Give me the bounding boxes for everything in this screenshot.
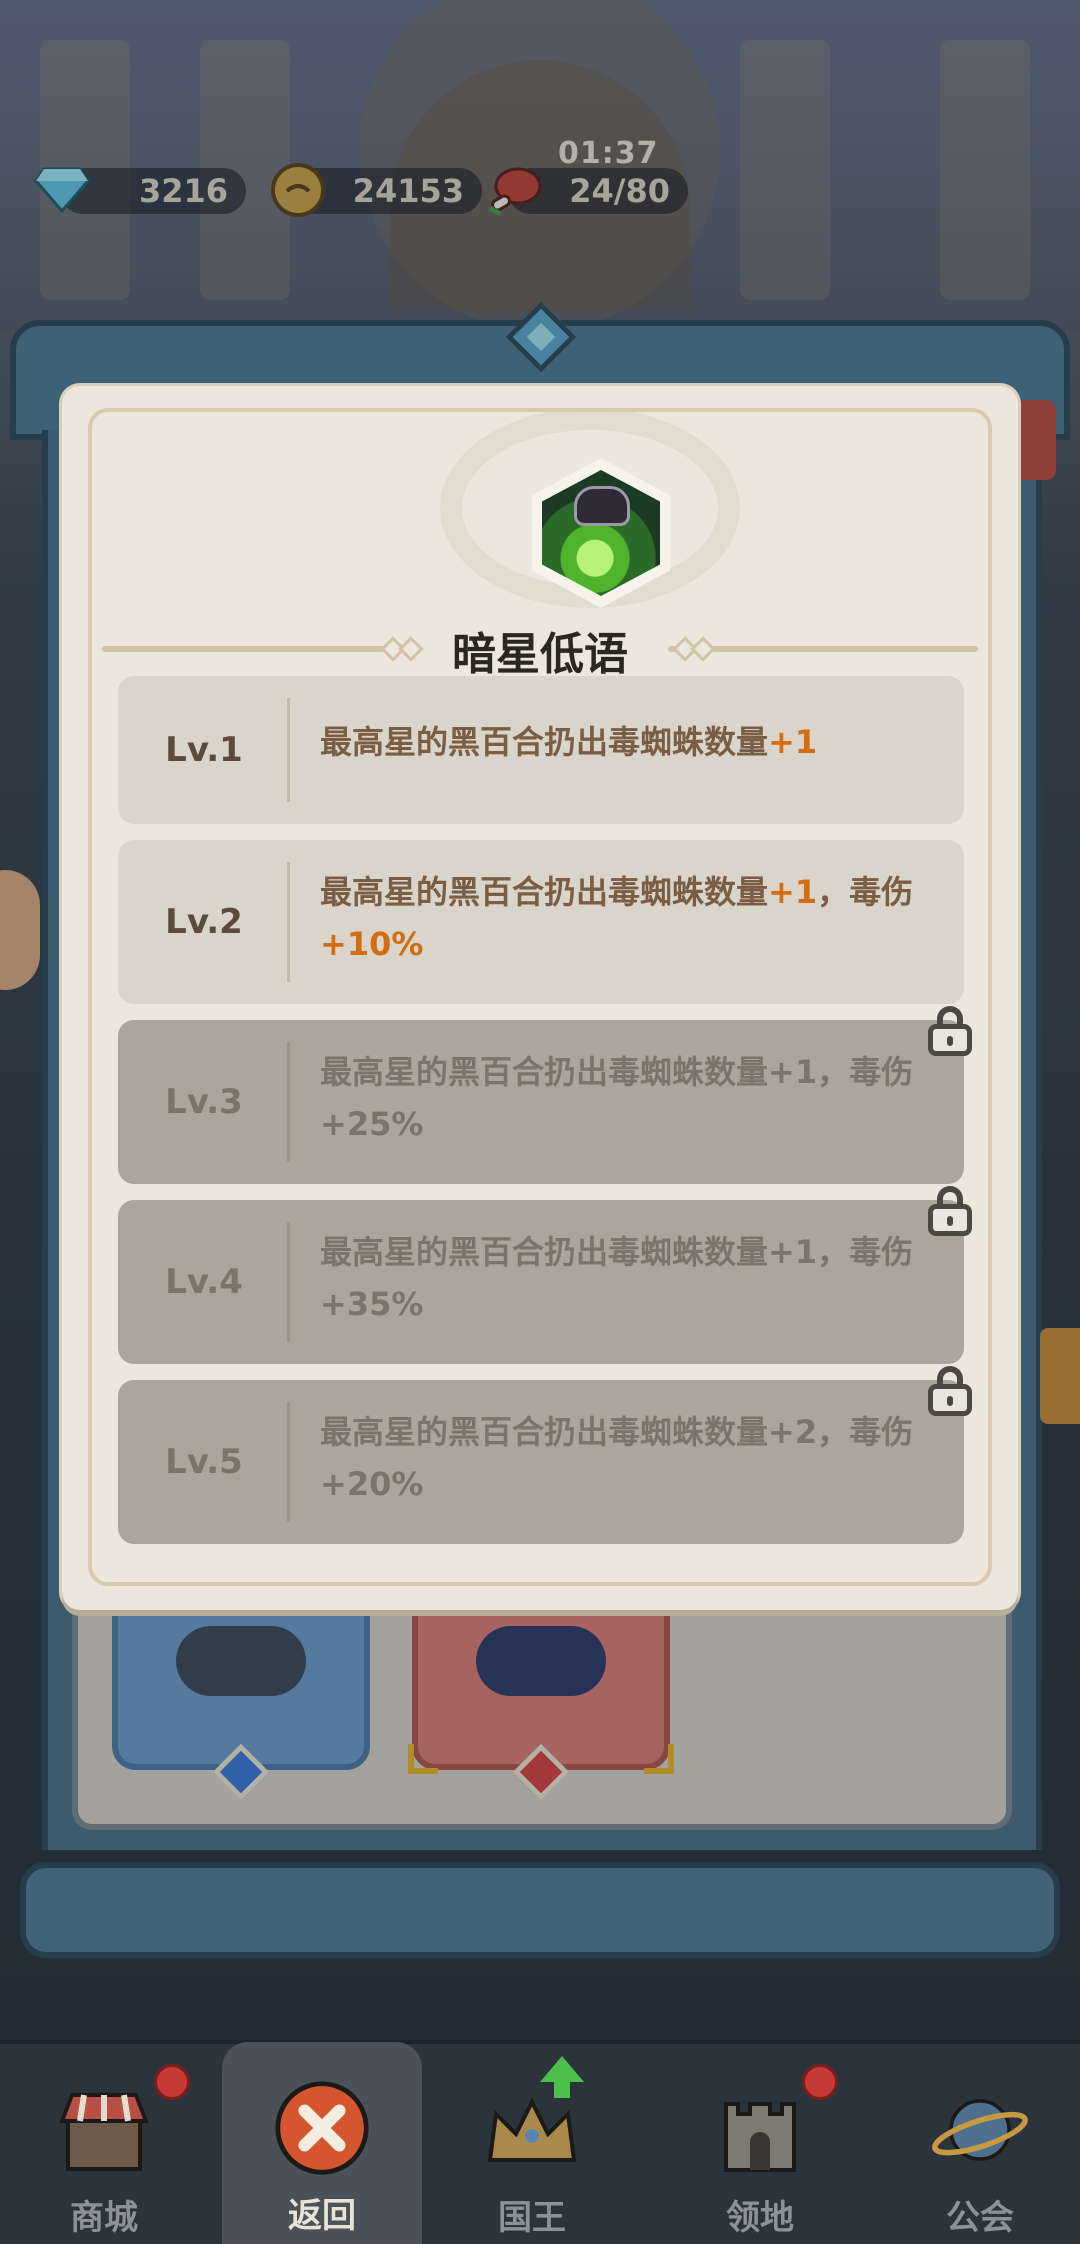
level-description: 最高星的黑百合扔出毒蜘蛛数量+1 [290,676,964,824]
level-bonus: +1 [768,723,818,761]
nav-back-label: 返回 [288,2196,356,2236]
level-description: 最高星的黑百合扔出毒蜘蛛数量+1，毒伤 +10% [290,840,964,1004]
level-bonus: +1 [768,873,818,911]
level-label: Lv.1 [118,676,290,824]
nav-guild-label: 公会 [946,2198,1014,2238]
nav-guild[interactable]: 公会 [880,2044,1080,2244]
skill-level-list: Lv.1 最高星的黑百合扔出毒蜘蛛数量+1 Lv.2 最高星的黑百合扔出毒蜘蛛数… [118,676,972,1560]
bottom-navigation: 商城 返回 国王 领地 公会 [0,2040,1080,2244]
spider-icon [574,486,630,526]
lock-icon [928,1186,972,1236]
nav-territory[interactable]: 领地 [660,2044,860,2244]
lock-icon [928,1366,972,1416]
nav-territory-label: 领地 [726,2198,794,2238]
level-row-4: Lv.4 最高星的黑百合扔出毒蜘蛛数量+1，毒伤+35% [118,1186,972,1364]
level-description: 最高星的黑百合扔出毒蜘蛛数量+2，毒伤+20% [320,1413,914,1503]
close-icon [272,2078,372,2178]
level-text-tail: ，毒伤 [817,873,914,911]
planet-icon [930,2080,1030,2180]
nav-king-label: 国王 [498,2198,566,2238]
level-bonus: +10% [320,925,424,963]
level-text: 最高星的黑百合扔出毒蜘蛛数量 [320,723,769,761]
shop-icon [54,2080,154,2180]
nav-king[interactable]: 国王 [432,2044,632,2244]
level-text: 最高星的黑百合扔出毒蜘蛛数量 [320,873,769,911]
level-row-2: Lv.2 最高星的黑百合扔出毒蜘蛛数量+1，毒伤 +10% [118,840,964,1004]
level-label: Lv.3 [118,1020,290,1184]
lock-icon [928,1006,972,1056]
notification-dot [154,2064,190,2100]
level-label: Lv.5 [118,1380,290,1544]
level-label: Lv.2 [118,840,290,1004]
nav-shop[interactable]: 商城 [4,2044,204,2244]
level-row-3: Lv.3 最高星的黑百合扔出毒蜘蛛数量+1，毒伤+25% [118,1006,972,1184]
upgrade-arrow-icon [540,2056,584,2098]
level-row-1: Lv.1 最高星的黑百合扔出毒蜘蛛数量+1 [118,676,964,824]
level-row-5: Lv.5 最高星的黑百合扔出毒蜘蛛数量+2，毒伤+20% [118,1366,972,1544]
level-description: 最高星的黑百合扔出毒蜘蛛数量+1，毒伤+25% [320,1053,914,1143]
notification-dot [802,2064,838,2100]
skill-detail-popup: 暗星低语 Lv.1 最高星的黑百合扔出毒蜘蛛数量+1 Lv.2 最高星的黑百合扔… [62,386,1018,1610]
level-description: 最高星的黑百合扔出毒蜘蛛数量+1，毒伤+35% [320,1233,914,1323]
level-label: Lv.4 [118,1200,290,1364]
skill-title: 暗星低语 [452,629,628,680]
nav-shop-label: 商城 [70,2198,138,2238]
nav-back[interactable]: 返回 [222,2042,422,2244]
castle-icon [710,2080,810,2180]
